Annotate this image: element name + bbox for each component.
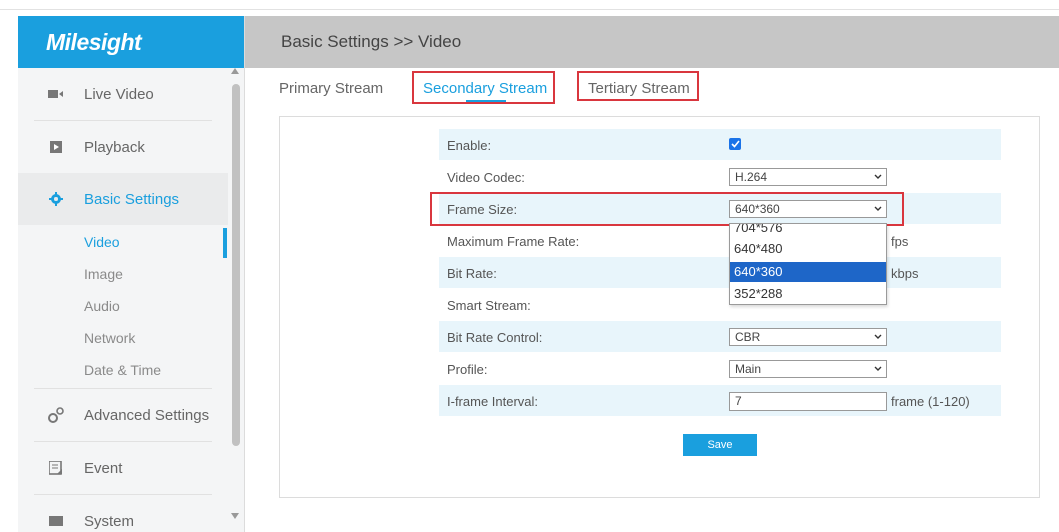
sidebar-item-label: System	[84, 512, 135, 530]
bit-rate-row: Bit Rate: kbps	[439, 257, 1001, 288]
tab-tertiary-stream[interactable]: Tertiary Stream	[588, 80, 690, 97]
page-header: Basic Settings >> Video	[245, 16, 1059, 68]
sidebar-item-label: Event	[84, 459, 123, 477]
video-codec-select[interactable]: H.264	[729, 168, 887, 186]
sidebar: Milesight Live Video Playback Basic Sett…	[18, 16, 245, 532]
active-tab-underline	[466, 100, 506, 102]
play-icon	[48, 139, 64, 155]
highlight-box	[430, 192, 904, 226]
video-codec-value: H.264	[735, 170, 768, 184]
brand-logo: Milesight	[18, 16, 244, 68]
sidebar-item-system[interactable]: System	[18, 495, 228, 532]
iframe-unit: frame (1-120)	[891, 394, 970, 409]
bit-rate-control-select[interactable]: CBR	[729, 328, 887, 346]
iframe-interval-input[interactable]: 7	[729, 392, 887, 411]
profile-row: Profile: Main	[439, 353, 1001, 384]
gears-icon	[48, 407, 64, 423]
iframe-interval-row: I-frame Interval: 7 frame (1-120)	[439, 385, 1001, 416]
fps-unit: fps	[891, 234, 909, 249]
max-frame-rate-row: Maximum Frame Rate: fps	[439, 225, 1001, 256]
system-icon	[48, 513, 64, 529]
event-icon	[48, 460, 64, 476]
chevron-down-icon	[874, 174, 882, 179]
max-frame-rate-label: Maximum Frame Rate:	[447, 234, 580, 249]
bit-rate-control-row: Bit Rate Control: CBR	[439, 321, 1001, 352]
sub-item-network[interactable]: Network	[84, 330, 135, 346]
bit-rate-control-value: CBR	[735, 330, 761, 344]
smart-stream-label: Smart Stream:	[447, 298, 531, 313]
top-border	[0, 0, 1059, 10]
scroll-up-arrow[interactable]	[231, 68, 239, 74]
video-camera-icon	[48, 86, 64, 102]
iframe-interval-value: 7	[735, 394, 742, 408]
breadcrumb: Basic Settings >> Video	[281, 32, 462, 51]
sub-item-audio[interactable]: Audio	[84, 298, 120, 314]
sidebar-item-playback[interactable]: Playback	[18, 121, 228, 173]
frame-size-option[interactable]: 640*480	[730, 239, 886, 259]
profile-value: Main	[735, 362, 762, 376]
profile-select[interactable]: Main	[729, 360, 887, 378]
sidebar-item-label: Live Video	[84, 85, 154, 103]
bit-rate-label: Bit Rate:	[447, 266, 497, 281]
tab-secondary-stream[interactable]: Secondary Stream	[423, 80, 547, 97]
chevron-down-icon	[874, 366, 882, 371]
bit-rate-control-label: Bit Rate Control:	[447, 330, 543, 345]
tab-primary-stream[interactable]: Primary Stream	[279, 80, 383, 97]
sub-item-image[interactable]: Image	[84, 266, 123, 282]
save-button[interactable]: Save	[683, 434, 757, 456]
frame-size-dropdown: 704*576 640*480 640*360 352*288	[729, 223, 887, 305]
sidebar-item-advanced-settings[interactable]: Advanced Settings	[18, 389, 228, 441]
kbps-unit: kbps	[891, 266, 919, 281]
sub-item-video[interactable]: Video	[84, 234, 120, 250]
sidebar-item-live-video[interactable]: Live Video	[18, 68, 228, 120]
profile-label: Profile:	[447, 362, 488, 377]
frame-size-option[interactable]: 352*288	[730, 284, 886, 304]
enable-row: Enable:	[439, 129, 1001, 160]
scroll-down-arrow[interactable]	[231, 513, 239, 519]
sidebar-item-basic-settings[interactable]: Basic Settings	[18, 173, 228, 225]
frame-size-option-selected[interactable]: 640*360	[730, 262, 886, 282]
sidebar-item-label: Advanced Settings	[84, 406, 210, 424]
active-indicator	[223, 228, 227, 258]
chevron-down-icon	[874, 334, 882, 339]
sub-item-date-time[interactable]: Date & Time	[84, 362, 161, 378]
frame-size-option[interactable]: 704*576	[730, 224, 886, 238]
iframe-interval-label: I-frame Interval:	[447, 394, 539, 409]
smart-stream-row: Smart Stream:	[439, 289, 1001, 320]
sidebar-item-event[interactable]: Event	[18, 442, 228, 494]
enable-checkbox[interactable]	[729, 138, 741, 150]
sidebar-item-label: Playback	[84, 138, 145, 156]
video-codec-row: Video Codec: H.264	[439, 161, 1001, 192]
enable-label: Enable:	[447, 138, 492, 153]
brand-name: Milesight	[46, 28, 142, 55]
gear-icon	[48, 191, 64, 207]
sidebar-item-label: Basic Settings	[84, 190, 180, 208]
video-codec-label: Video Codec:	[447, 170, 525, 185]
sidebar-scrollbar[interactable]	[232, 84, 240, 446]
